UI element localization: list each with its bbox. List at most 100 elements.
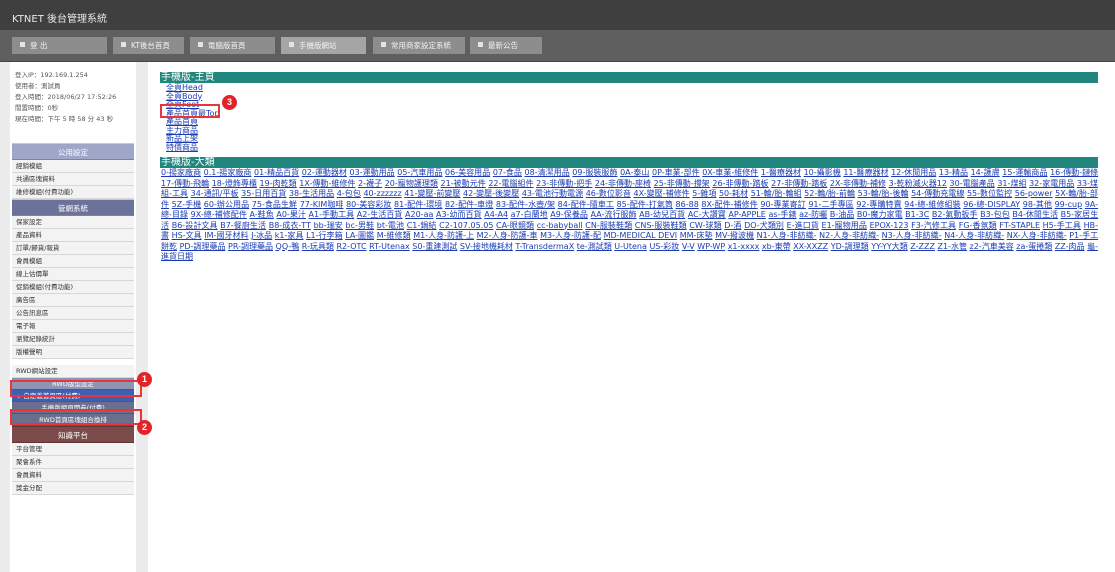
category-link[interactable]: H5-手工具: [1043, 221, 1081, 230]
category-link[interactable]: 38-生活用品: [289, 189, 334, 198]
category-link[interactable]: E-進口貨: [787, 221, 819, 230]
category-link[interactable]: C2-107.05.05: [439, 221, 493, 230]
category-link[interactable]: EPOX-123: [870, 221, 909, 230]
category-link[interactable]: NX-人身-非紡織-: [1007, 231, 1067, 240]
category-link[interactable]: 31-煤組: [997, 179, 1026, 188]
category-link[interactable]: J-冰品: [251, 231, 272, 240]
category-link[interactable]: 01-精品百貨: [254, 168, 299, 177]
category-link[interactable]: 51-輪/胎-輪組: [751, 189, 802, 198]
category-link[interactable]: AA-流行服飾: [591, 210, 637, 219]
category-link[interactable]: 12-休閒用品: [891, 168, 936, 177]
category-link[interactable]: V-V: [682, 242, 695, 251]
category-link[interactable]: 35-日用百貨: [241, 189, 286, 198]
category-link[interactable]: 0P-車業-部件: [652, 168, 700, 177]
category-link[interactable]: 82-配件-車燈: [445, 200, 493, 209]
category-link[interactable]: AC-大讚寶: [688, 210, 726, 219]
sidebar-item[interactable]: 產品資料: [12, 229, 134, 242]
category-link[interactable]: 24-非傳動-座椅: [595, 179, 651, 188]
category-link[interactable]: 0X-車業-維修件: [702, 168, 758, 177]
category-link[interactable]: 42-變壓-後變壓: [463, 189, 519, 198]
category-link[interactable]: C1-鍋結: [407, 221, 437, 230]
category-link[interactable]: 18-燈飾專櫃: [212, 179, 257, 188]
rwd-sub-block-combo[interactable]: RWD首頁區塊組合換排: [12, 414, 134, 426]
category-link[interactable]: 55-數位監控: [967, 189, 1012, 198]
category-link[interactable]: A20-aa: [405, 210, 433, 219]
category-link[interactable]: R-玩具類: [302, 242, 334, 251]
rwd-sub-mobile-page[interactable]: 手機版網頁開卷(付費): [12, 402, 134, 414]
category-link[interactable]: B6-設計文具: [172, 221, 218, 230]
category-link[interactable]: M2-人身-防護-車: [477, 231, 538, 240]
category-link[interactable]: DO-犬類別: [744, 221, 784, 230]
category-link[interactable]: M3-人身-防護-配: [540, 231, 601, 240]
sidebar-item[interactable]: 廣告區: [12, 294, 134, 307]
category-link[interactable]: 2-襪子: [358, 179, 382, 188]
category-link[interactable]: MM-床墊: [680, 231, 713, 240]
category-link[interactable]: te-測試類: [577, 242, 612, 251]
category-link[interactable]: 60-辦公用品: [204, 200, 249, 209]
category-link[interactable]: B-油品: [830, 210, 855, 219]
category-link[interactable]: bc-男鞋: [346, 221, 375, 230]
category-link[interactable]: HS-文具: [172, 231, 202, 240]
category-link[interactable]: A0-果汁: [276, 210, 306, 219]
category-link[interactable]: LA-圖鑑: [345, 231, 374, 240]
category-link[interactable]: CN-服裝鞋類: [585, 221, 632, 230]
category-link[interactable]: ZZ-肉品: [1055, 242, 1085, 251]
category-link[interactable]: 16-傳動-鏈條: [1050, 168, 1098, 177]
category-link[interactable]: 94-總-維修組裝: [904, 200, 960, 209]
sidebar-item[interactable]: 線上估價單: [12, 268, 134, 281]
desktop-home-tab[interactable]: 電腦版首頁: [190, 37, 275, 54]
category-link[interactable]: R2-OTC: [336, 242, 366, 251]
category-link[interactable]: 83-配件-水壺/架: [496, 200, 555, 209]
category-link[interactable]: 19-肉乾類: [260, 179, 297, 188]
category-link[interactable]: CNS-服裝鞋類: [635, 221, 687, 230]
rwd-sub-layout-settings[interactable]: RWD版型設定: [12, 378, 134, 390]
category-link[interactable]: 98-其他: [1023, 200, 1052, 209]
category-link[interactable]: 56-power: [1015, 189, 1053, 198]
category-link[interactable]: x1-xxxx: [728, 242, 760, 251]
category-link[interactable]: N1-人身-非紡織-: [757, 231, 817, 240]
category-link[interactable]: FT-STAPLE: [999, 221, 1040, 230]
category-link[interactable]: 90-專業寄訂: [760, 200, 805, 209]
category-link[interactable]: 84-配件-隨車工: [558, 200, 614, 209]
rwd-sub-custom-home-area[interactable]: ▸ 自定義首頁區(付費): [12, 390, 134, 402]
category-link[interactable]: 03-運動用品: [350, 168, 395, 177]
category-link[interactable]: 06-美容用品: [445, 168, 490, 177]
category-link[interactable]: B4-休閒生活: [1012, 210, 1058, 219]
category-link[interactable]: 0.1-揚家廠商: [204, 168, 252, 177]
category-link[interactable]: 17-傳動-飛輪: [161, 179, 209, 188]
category-link[interactable]: CA-眼鏡類: [496, 221, 534, 230]
category-link[interactable]: 4X-變壓-補修件: [634, 189, 690, 198]
category-link[interactable]: SV-接地機耗材: [460, 242, 513, 251]
category-link[interactable]: 0A-泰山: [620, 168, 649, 177]
sidebar-item[interactable]: 版權聲明: [12, 346, 134, 359]
category-link[interactable]: 09-服裝服飾: [572, 168, 617, 177]
category-link[interactable]: 1X-傳動-維修件: [299, 179, 355, 188]
category-link[interactable]: N2-人身-非紡織-: [819, 231, 879, 240]
sidebar-item[interactable]: 平台管理: [12, 443, 134, 456]
category-link[interactable]: as-手錶: [768, 210, 796, 219]
category-link[interactable]: YD-調理類: [831, 242, 869, 251]
sidebar-item[interactable]: 瀏覽紀錄統計: [12, 333, 134, 346]
category-link[interactable]: A9-保養品: [550, 210, 588, 219]
category-link[interactable]: M1-人身-防護-上: [413, 231, 474, 240]
sidebar-item[interactable]: 公告訊息區: [12, 307, 134, 320]
category-link[interactable]: bt-電池: [377, 221, 404, 230]
category-link[interactable]: 92-專購特賣: [856, 200, 901, 209]
category-link[interactable]: 46-數位影音: [586, 189, 631, 198]
category-link[interactable]: MD-MEDICAL DEVI: [604, 231, 678, 240]
category-link[interactable]: 4-包包: [337, 189, 361, 198]
category-link[interactable]: 43-電池行動電源: [522, 189, 583, 198]
category-link[interactable]: PR-調理藥品: [228, 242, 273, 251]
category-link[interactable]: 50-耗材: [719, 189, 748, 198]
category-link[interactable]: D-酒: [724, 221, 741, 230]
category-link[interactable]: bb-瑞安: [314, 221, 343, 230]
category-link[interactable]: 20-寵物護理類: [385, 179, 438, 188]
category-link[interactable]: M-維修類: [377, 231, 411, 240]
sidebar-item[interactable]: 會員資料: [12, 469, 134, 482]
category-link[interactable]: YY-YY大類: [871, 242, 908, 251]
category-link[interactable]: WP-WP: [697, 242, 725, 251]
category-link[interactable]: 05-汽車用品: [397, 168, 442, 177]
sidebar-item-rwd-settings[interactable]: RWD網站設定: [12, 365, 134, 378]
category-link[interactable]: 3-乾粉滅火器12: [889, 179, 947, 188]
category-link[interactable]: T-TransdermaX: [515, 242, 574, 251]
